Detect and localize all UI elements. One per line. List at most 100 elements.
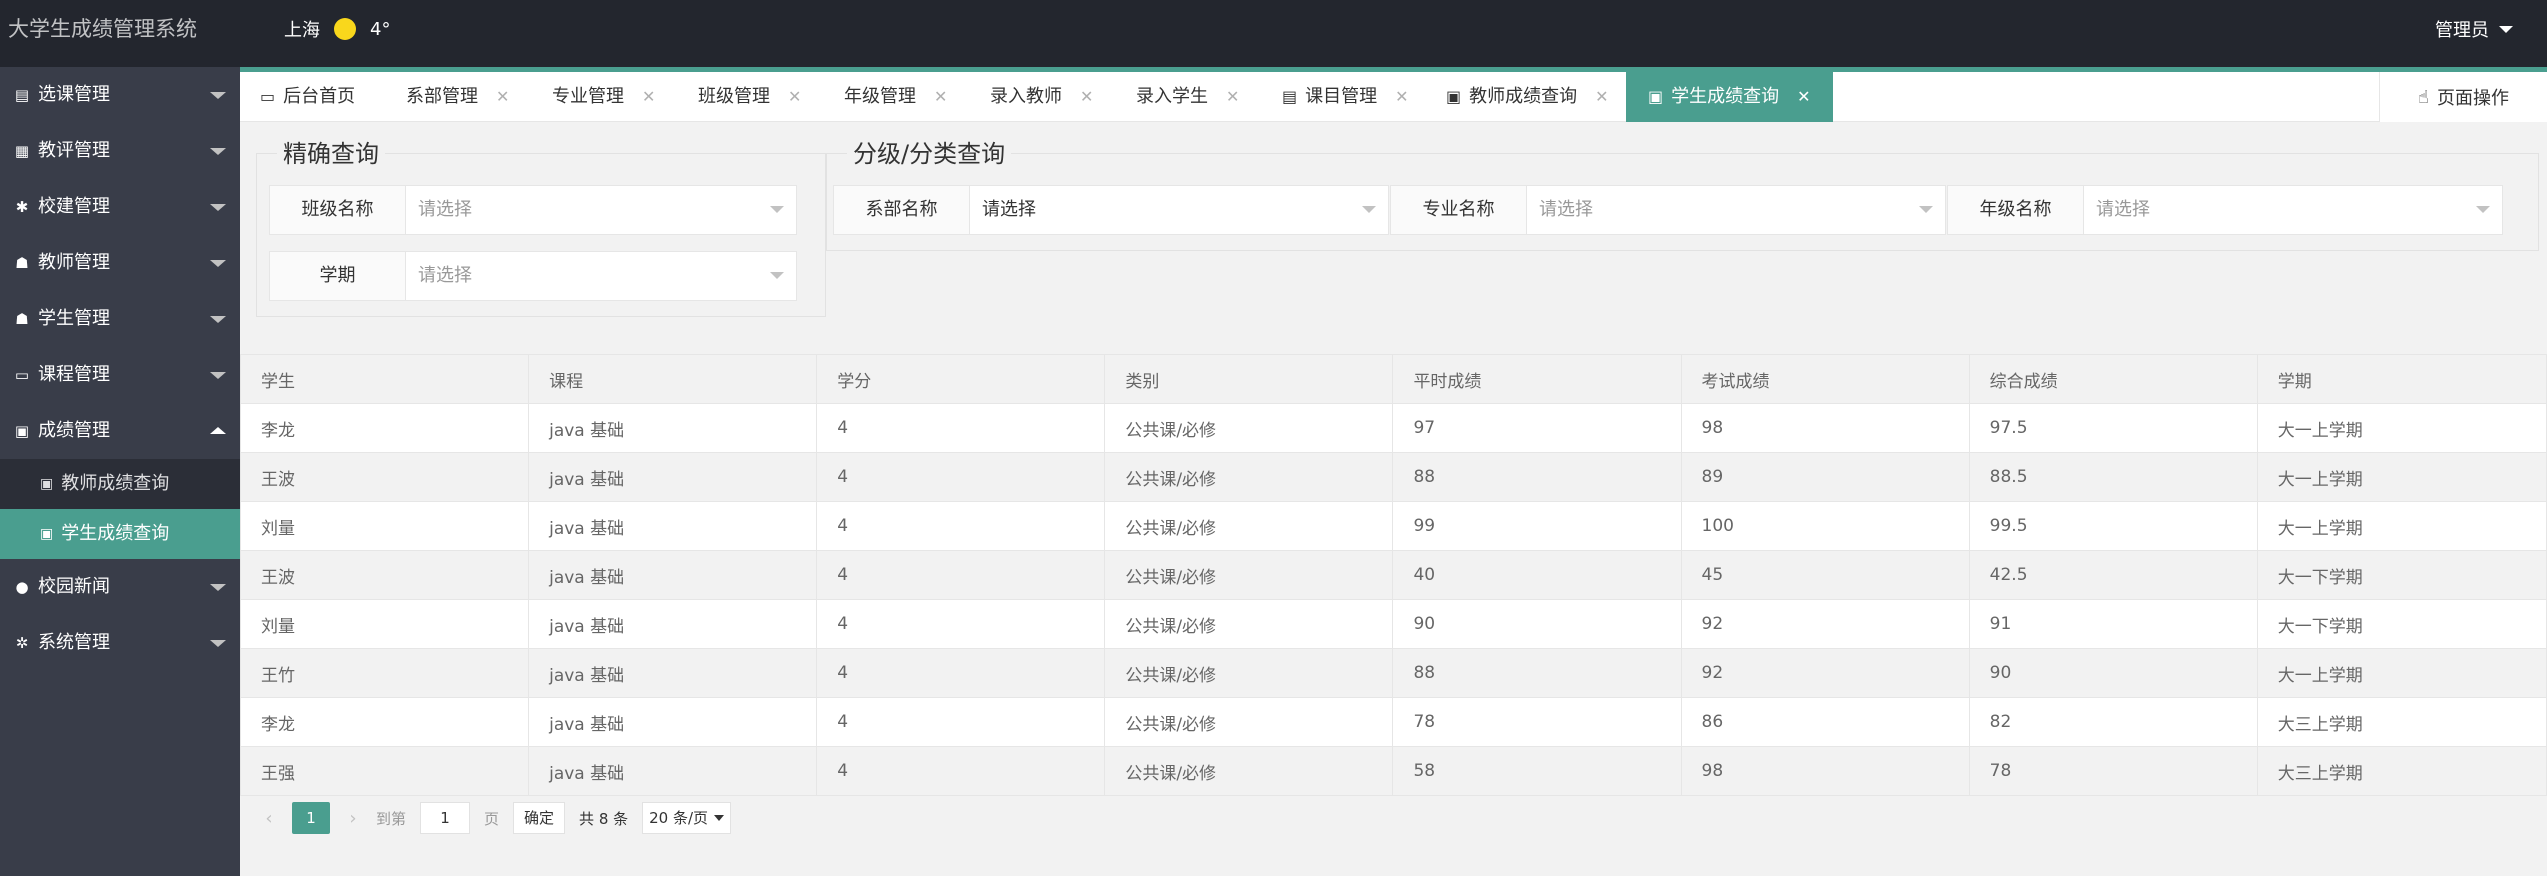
table-cell: 78 [1392, 697, 1682, 747]
sidebar-item-label: 校园新闻 [38, 576, 110, 597]
term-select-placeholder: 请选择 [418, 265, 472, 286]
goto-confirm-button[interactable]: 确定 [513, 802, 566, 834]
sidebar-item-label: 学生管理 [38, 308, 110, 329]
sidebar-item-campus-building[interactable]: ✱ 校建管理 [0, 179, 240, 235]
sidebar-item-grade-management[interactable]: ▣ 成绩管理 [0, 403, 240, 459]
table-cell: 公共课/必修 [1104, 599, 1394, 649]
table-column-header: 学生 [239, 354, 530, 404]
clipboard-icon: ▣ [14, 422, 30, 440]
close-icon[interactable]: ✕ [1226, 72, 1239, 122]
table-row[interactable]: 李龙 java 基础 4 公共课/必修 78 86 82 大三上学期 [239, 697, 2547, 747]
tab-major[interactable]: 专业管理 ✕ [552, 72, 655, 122]
close-icon[interactable]: ✕ [788, 72, 801, 122]
table-cell: 大一下学期 [2256, 550, 2547, 600]
department-filter: 系部名称 请选择 [833, 185, 1389, 235]
tab-student-grades[interactable]: ▣ 学生成绩查询 ✕ [1626, 72, 1833, 122]
major-filter-label: 专业名称 [1391, 186, 1527, 234]
sidebar-item-teacher-management[interactable]: ☗ 教师管理 [0, 235, 240, 291]
close-icon[interactable]: ✕ [642, 72, 655, 122]
sidebar-subitem-student-grades[interactable]: ▣ 学生成绩查询 [0, 509, 240, 559]
sidebar-item-student-management[interactable]: ☗ 学生管理 [0, 291, 240, 347]
chevron-down-icon [2499, 25, 2513, 33]
sidebar-item-teaching-evaluation[interactable]: ▦ 教评管理 [0, 123, 240, 179]
table-row[interactable]: 李龙 java 基础 4 公共课/必修 97 98 97.5 大一上学期 [239, 403, 2547, 453]
table-row[interactable]: 王强 java 基础 4 公共课/必修 58 98 78 大三上学期 [239, 746, 2547, 796]
sidebar-item-label: 教评管理 [38, 140, 110, 161]
table-row[interactable]: 王波 java 基础 4 公共课/必修 88 89 88.5 大一上学期 [239, 452, 2547, 502]
table-cell: java 基础 [528, 452, 818, 502]
clipboard-icon: ▣ [40, 476, 54, 492]
sidebar-item-course-selection[interactable]: ▤ 选课管理 [0, 67, 240, 123]
table-cell: 97 [1392, 403, 1682, 453]
sidebar-item-campus-news[interactable]: ● 校园新闻 [0, 559, 240, 615]
close-icon[interactable]: ✕ [1395, 72, 1408, 122]
tab-teacher-grades[interactable]: ▣ 教师成绩查询 ✕ [1446, 72, 1609, 122]
document-icon: ▤ [14, 86, 30, 104]
sidebar-item-label: 系统管理 [38, 632, 110, 653]
table-cell: 40 [1392, 550, 1682, 600]
class-select-placeholder: 请选择 [418, 199, 472, 220]
table-cell: java 基础 [528, 746, 818, 796]
table-cell: 刘量 [239, 599, 530, 649]
department-select[interactable]: 请选择 [970, 186, 1388, 234]
grade-year-filter: 年级名称 请选择 [1947, 185, 2503, 235]
prev-page-icon[interactable]: ‹ [260, 808, 278, 829]
table-cell: 88 [1392, 452, 1682, 502]
sidebar-subitem-teacher-grades[interactable]: ▣ 教师成绩查询 [0, 459, 240, 509]
table-cell: 4 [816, 648, 1106, 698]
table-row[interactable]: 王竹 java 基础 4 公共课/必修 88 92 90 大一上学期 [239, 648, 2547, 698]
table-cell: 98 [1680, 403, 1970, 453]
chevron-down-icon [210, 148, 226, 155]
grid-icon: ▦ [14, 142, 30, 160]
table-cell: java 基础 [528, 648, 818, 698]
grade-year-select[interactable]: 请选择 [2084, 186, 2502, 234]
tab-home[interactable]: ▭ 后台首页 [260, 72, 355, 122]
chevron-down-icon [1362, 206, 1376, 213]
page-number-current[interactable]: 1 [292, 802, 330, 834]
close-icon[interactable]: ✕ [1595, 72, 1608, 122]
table-cell: 88.5 [1968, 452, 2258, 502]
pagination: ‹ 1 › 到第 1 页 确定 共 8 条 20 条/页 [260, 802, 732, 834]
chevron-down-icon [714, 815, 725, 821]
major-select[interactable]: 请选择 [1527, 186, 1945, 234]
sidebar-subitem-label: 学生成绩查询 [61, 523, 170, 544]
tab-class[interactable]: 班级管理 ✕ [698, 72, 801, 122]
close-icon[interactable]: ✕ [1797, 72, 1810, 122]
main-content: ▭ 后台首页 系部管理 ✕ 专业管理 ✕ 班级管理 ✕ 年级管理 ✕ 录入教师 … [239, 67, 2547, 876]
tab-add-teacher[interactable]: 录入教师 ✕ [990, 72, 1093, 122]
sidebar-item-course-management[interactable]: ▭ 课程管理 [0, 347, 240, 403]
class-select[interactable]: 请选择 [406, 186, 796, 234]
sidebar-item-system-management[interactable]: ✲ 系统管理 [0, 615, 240, 671]
close-icon[interactable]: ✕ [496, 72, 509, 122]
table-cell: 90 [1392, 599, 1682, 649]
tab-add-student[interactable]: 录入学生 ✕ [1136, 72, 1239, 122]
table-row[interactable]: 刘量 java 基础 4 公共课/必修 99 100 99.5 大一上学期 [239, 501, 2547, 551]
tab-label: 专业管理 [552, 86, 624, 107]
close-icon[interactable]: ✕ [1080, 72, 1093, 122]
sidebar-submenu: ▣ 教师成绩查询 ▣ 学生成绩查询 [0, 459, 240, 559]
table-cell: 89 [1680, 452, 1970, 502]
table-cell: 90 [1968, 648, 2258, 698]
tab-label: 录入教师 [990, 86, 1062, 107]
page-operations-button[interactable]: ☝ 页面操作 [2379, 72, 2547, 122]
table-row[interactable]: 刘量 java 基础 4 公共课/必修 90 92 91 大一下学期 [239, 599, 2547, 649]
table-cell: 王波 [239, 550, 530, 600]
tab-grade-year[interactable]: 年级管理 ✕ [844, 72, 947, 122]
clipboard-icon: ▣ [1648, 87, 1664, 106]
tab-department[interactable]: 系部管理 ✕ [406, 72, 509, 122]
next-page-icon[interactable]: › [344, 808, 362, 829]
goto-page-input[interactable]: 1 [420, 802, 471, 834]
tab-subject[interactable]: ▤ 课目管理 ✕ [1282, 72, 1409, 122]
exact-query-fieldset: 精确查询 班级名称 请选择 学期 请选择 [256, 140, 826, 317]
sidebar-item-label: 校建管理 [38, 196, 110, 217]
close-icon[interactable]: ✕ [934, 72, 947, 122]
table-column-header: 学分 [816, 354, 1106, 404]
exact-query-legend: 精确查询 [277, 140, 385, 168]
table-cell: 4 [816, 746, 1106, 796]
table-cell: 4 [816, 403, 1106, 453]
term-select[interactable]: 请选择 [406, 252, 796, 300]
user-menu[interactable]: 管理员 [2435, 0, 2513, 58]
table-row[interactable]: 王波 java 基础 4 公共课/必修 40 45 42.5 大一下学期 [239, 550, 2547, 600]
page-size-select[interactable]: 20 条/页 [642, 802, 732, 834]
tab-label: 年级管理 [844, 86, 916, 107]
